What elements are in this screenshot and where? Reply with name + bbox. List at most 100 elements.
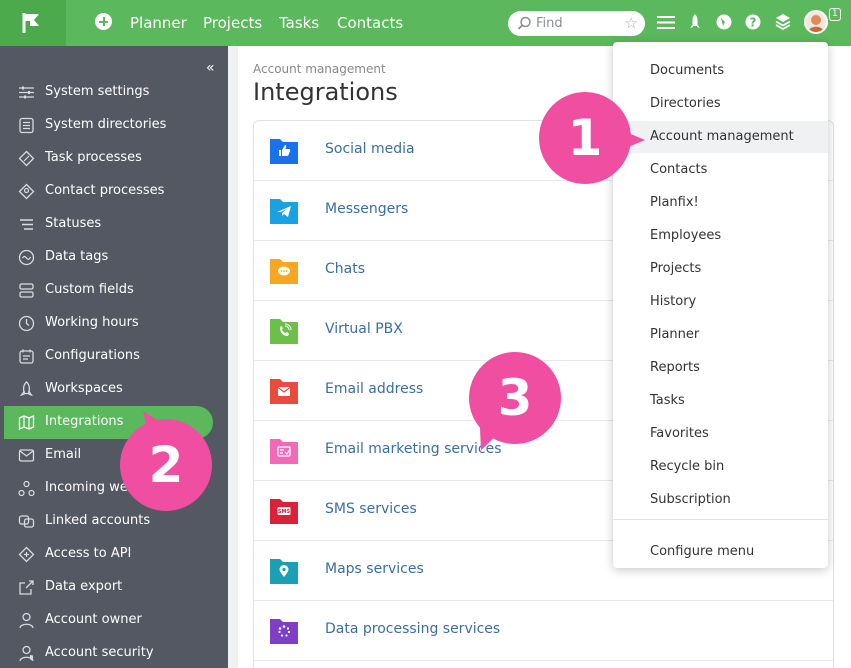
integration-link[interactable]: Social media <box>325 141 415 157</box>
sidebar-item-label: Task processes <box>45 150 142 165</box>
sidebar-item-configurations[interactable]: Configurations <box>0 340 228 373</box>
menu-item-tasks[interactable]: Tasks <box>613 385 828 417</box>
sidebar-item-system-directories[interactable]: System directories <box>0 109 228 142</box>
chat-icon <box>278 266 290 276</box>
sidebar-item-label: System settings <box>45 84 150 99</box>
sidebar-item-contact-processes[interactable]: Contact processes <box>0 175 228 208</box>
nav-contacts[interactable]: Contacts <box>337 14 403 32</box>
hamburger-menu-icon[interactable] <box>657 14 675 31</box>
flag-logo-icon <box>22 13 39 33</box>
menu-item-directories[interactable]: Directories <box>613 88 828 120</box>
plus-circle-icon[interactable] <box>95 13 112 30</box>
sidebar-item-task-processes[interactable]: Task processes <box>0 142 228 175</box>
menu-item-reports[interactable]: Reports <box>613 352 828 384</box>
tag-icon <box>18 249 35 266</box>
menu-item-label: Reports <box>650 360 700 375</box>
integration-link[interactable]: SMS services <box>325 501 417 517</box>
logo[interactable] <box>0 0 66 46</box>
menu-item-subscription[interactable]: Subscription <box>613 484 828 516</box>
menu-item-account-management[interactable]: Account management <box>613 121 828 153</box>
menu-item-label: Account management <box>650 129 794 144</box>
top-bar: Planner Projects Tasks Contacts Find ☆ ? <box>0 0 851 46</box>
nav-planner[interactable]: Planner <box>130 14 187 32</box>
sidebar-item-custom-fields[interactable]: Custom fields <box>0 274 228 307</box>
integration-link[interactable]: Email address <box>325 381 423 397</box>
menu-item-history[interactable]: History <box>613 286 828 318</box>
menu-item-documents[interactable]: Documents <box>613 55 828 87</box>
breadcrumb[interactable]: Account management <box>253 62 386 76</box>
menu-item-employees[interactable]: Employees <box>613 220 828 252</box>
folder-icon <box>270 139 298 164</box>
sidebar-item-data-export[interactable]: Data export <box>0 571 228 604</box>
menu-item-contacts[interactable]: Contacts <box>613 154 828 186</box>
sidebar-item-label: Workspaces <box>45 381 123 396</box>
configure-menu-item[interactable]: Configure menu <box>613 536 828 568</box>
search-input[interactable]: Find ☆ <box>508 11 645 36</box>
menu-item-label: Directories <box>650 96 721 111</box>
sidebar-item-label: Access to API <box>45 546 132 561</box>
integration-link[interactable]: Data processing services <box>325 621 500 637</box>
sidebar-item-label: Contact processes <box>45 183 165 198</box>
user-icon <box>19 612 34 629</box>
compass-icon[interactable] <box>716 14 732 30</box>
contact-process-icon <box>18 183 35 200</box>
user-photo-icon <box>808 15 824 32</box>
diamond-icon <box>18 150 35 167</box>
menu-item-projects[interactable]: Projects <box>613 253 828 285</box>
help-icon[interactable]: ? <box>745 14 761 30</box>
statuses-icon <box>20 219 33 230</box>
nav-projects[interactable]: Projects <box>203 14 262 32</box>
sidebar-item-label: Account owner <box>45 612 142 627</box>
page-title: Integrations <box>253 78 398 106</box>
collapse-sidebar-icon[interactable]: « <box>206 60 215 76</box>
export-icon <box>19 580 34 595</box>
rocket-icon[interactable] <box>688 14 702 31</box>
integration-row[interactable]: Data processing services <box>254 601 833 661</box>
integration-link[interactable]: Virtual PBX <box>325 321 403 337</box>
callout-1: 1 <box>539 92 645 184</box>
star-icon[interactable]: ☆ <box>625 14 638 32</box>
menu-item-label: Planner <box>650 327 700 342</box>
integration-link[interactable]: Maps services <box>325 561 424 577</box>
integration-link[interactable]: Chats <box>325 261 365 277</box>
sidebar-item-working-hours[interactable]: Working hours <box>0 307 228 340</box>
api-icon <box>18 546 35 563</box>
sidebar-item-label: Account security <box>45 645 154 660</box>
sidebar-item-data-tags[interactable]: Data tags <box>0 241 228 274</box>
menu-item-planner[interactable]: Planner <box>613 319 828 351</box>
sms-icon: SMS <box>277 507 291 515</box>
map-icon <box>18 414 35 431</box>
envelope-icon <box>277 387 291 396</box>
layers-icon[interactable] <box>775 13 791 31</box>
sidebar-item-account-owner[interactable]: Account owner <box>0 604 228 637</box>
menu-item-label: Favorites <box>650 426 709 441</box>
menu-divider <box>613 519 828 520</box>
folder-icon <box>270 619 298 644</box>
avatar[interactable] <box>804 10 828 34</box>
sidebar-item-label: System directories <box>45 117 167 132</box>
sidebar-item-workspaces[interactable]: Workspaces <box>0 373 228 406</box>
menu-item-planfix[interactable]: Planfix! <box>613 187 828 219</box>
sidebar-item-account-security[interactable]: Account security <box>0 637 228 668</box>
sidebar-item-linked-accounts[interactable]: Linked accounts <box>0 505 228 538</box>
sidebar-item-statuses[interactable]: Statuses <box>0 208 228 241</box>
sidebar-item-system-settings[interactable]: System settings <box>0 76 228 109</box>
menu-item-favorites[interactable]: Favorites <box>613 418 828 450</box>
email-icon <box>18 449 35 462</box>
sidebar-item-label: Statuses <box>45 216 102 231</box>
configure-menu-label: Configure menu <box>650 544 755 559</box>
sidebar-item-access-to-api[interactable]: Access to API <box>0 538 228 571</box>
link-icon <box>18 515 35 528</box>
menu-item-label: Tasks <box>650 393 685 408</box>
search-placeholder: Find <box>536 16 563 31</box>
menu-item-recycle-bin[interactable]: Recycle bin <box>613 451 828 483</box>
webhook-icon <box>18 480 35 497</box>
nav-tasks[interactable]: Tasks <box>279 14 319 32</box>
sidebar-item-label: Configurations <box>45 348 140 363</box>
folder-icon <box>270 199 298 224</box>
fields-icon <box>19 283 34 298</box>
callout-2: 2 <box>120 419 212 511</box>
main-menu-dropdown: Configure menu Documents Directories Accou… <box>613 42 828 568</box>
menu-item-label: Recycle bin <box>650 459 725 474</box>
integration-link[interactable]: Messengers <box>325 201 408 217</box>
